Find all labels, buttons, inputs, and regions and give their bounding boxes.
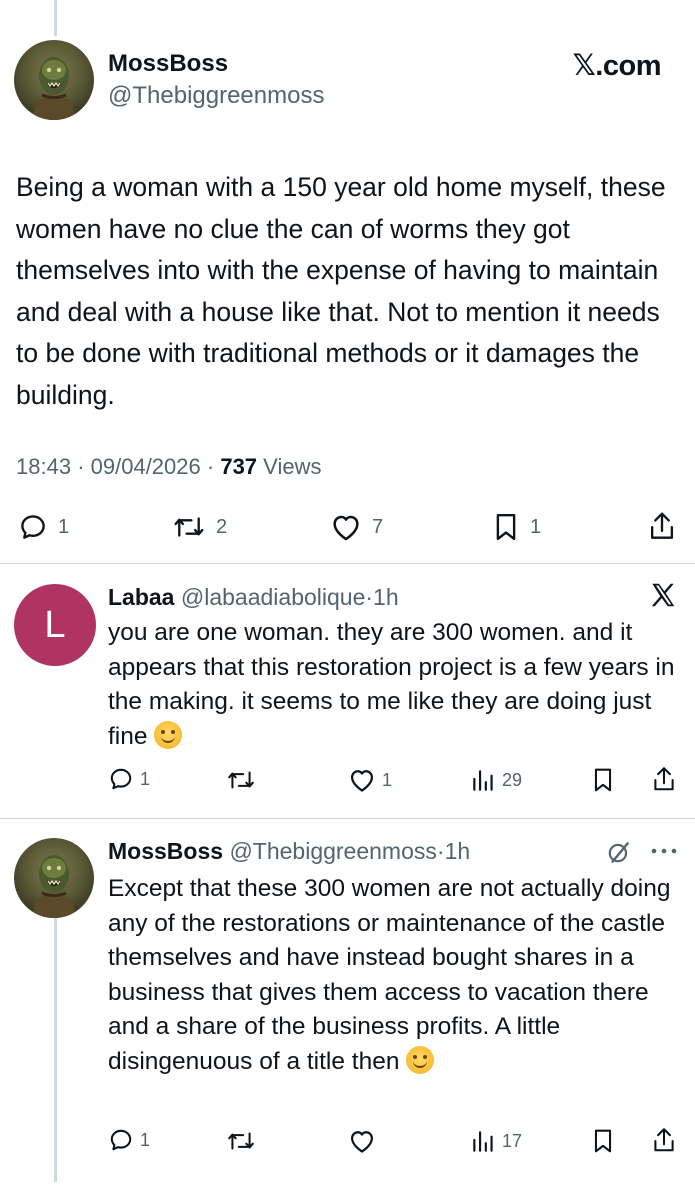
tweet-text: Being a woman with a 150 year old home m… xyxy=(16,172,666,410)
reply-text-content: you are one woman. they are 300 women. a… xyxy=(108,619,675,750)
share-button[interactable] xyxy=(648,510,676,542)
like-count: 1 xyxy=(382,769,393,790)
tweet-date[interactable]: 09/04/2026 xyxy=(91,454,201,479)
bookmark-count: 1 xyxy=(530,515,542,538)
reply-text: you are one woman. they are 300 women. a… xyxy=(108,616,688,754)
thread-line-top xyxy=(54,0,57,36)
reply-text: Except that these 300 women are not actu… xyxy=(108,872,688,1079)
views-button[interactable]: 17 xyxy=(470,1128,522,1154)
reply-age[interactable]: 1h xyxy=(373,584,399,610)
meta-separator: · xyxy=(365,584,374,610)
like-count: 7 xyxy=(372,515,384,538)
share-button[interactable] xyxy=(652,1126,676,1154)
repost-icon xyxy=(174,517,204,537)
grok-icon[interactable] xyxy=(606,838,632,871)
divider xyxy=(0,818,695,819)
share-icon xyxy=(654,1128,674,1152)
more-icon[interactable] xyxy=(650,844,678,863)
repost-count: 2 xyxy=(216,515,228,538)
reply-text-content: Except that these 300 women are not actu… xyxy=(108,875,671,1075)
divider xyxy=(0,563,695,564)
analytics-icon xyxy=(473,770,493,791)
thread-line-bottom xyxy=(54,918,57,1182)
tweet-time[interactable]: 18:43 xyxy=(16,454,71,479)
bookmark-icon xyxy=(496,513,516,541)
like-button[interactable] xyxy=(348,1128,376,1154)
display-name[interactable]: Labaa xyxy=(108,584,174,610)
avatar[interactable]: L xyxy=(14,584,96,666)
meta-separator: · xyxy=(77,454,85,479)
display-name[interactable]: MossBoss xyxy=(108,50,228,78)
repost-button[interactable] xyxy=(226,767,256,793)
reply-count: 1 xyxy=(58,515,70,538)
reply-button[interactable]: 1 xyxy=(18,512,69,542)
share-icon xyxy=(654,767,674,791)
like-button[interactable]: 7 xyxy=(330,512,383,542)
reply-button[interactable]: 1 xyxy=(108,1127,150,1153)
reply-age[interactable]: 1h xyxy=(445,838,471,864)
views-count: 29 xyxy=(502,769,523,790)
avatar[interactable] xyxy=(14,40,94,120)
smiling-face-emoji xyxy=(406,1045,435,1074)
repost-icon xyxy=(228,1132,254,1150)
reply-icon xyxy=(21,515,45,539)
tweet-meta: 18:43 · 09/04/2026 · 737 Views xyxy=(16,454,321,480)
reply-count: 1 xyxy=(140,768,151,789)
x-logo-icon xyxy=(648,580,678,615)
views-count: 17 xyxy=(502,1130,523,1151)
reply-icon xyxy=(110,1129,132,1151)
bookmark-icon xyxy=(594,768,612,792)
smiling-face-emoji xyxy=(154,720,183,749)
analytics-icon xyxy=(473,1131,493,1152)
share-icon xyxy=(650,512,674,539)
heart-icon xyxy=(350,770,374,792)
reply-header: MossBoss @Thebiggreenmoss·1h xyxy=(108,838,470,865)
handle[interactable]: @Thebiggreenmoss xyxy=(229,838,436,864)
bookmark-button[interactable]: 1 xyxy=(492,512,541,542)
bookmark-button[interactable] xyxy=(592,767,614,793)
meta-separator: · xyxy=(436,838,445,864)
views-count: 737 xyxy=(220,454,258,479)
reply-icon xyxy=(110,768,132,790)
repost-button[interactable] xyxy=(226,1128,256,1154)
display-name[interactable]: MossBoss xyxy=(108,838,223,864)
share-button[interactable] xyxy=(652,765,676,793)
bookmark-button[interactable] xyxy=(592,1128,614,1154)
views-button[interactable]: 29 xyxy=(470,767,522,793)
repost-button[interactable]: 2 xyxy=(172,512,227,542)
handle[interactable]: @Thebiggreenmoss xyxy=(108,82,324,110)
meta-separator: · xyxy=(206,454,215,479)
repost-icon xyxy=(228,771,254,789)
avatar[interactable] xyxy=(14,838,94,918)
x-logo-text: 𝕏.com xyxy=(572,50,661,82)
like-button[interactable]: 1 xyxy=(348,767,392,793)
bookmark-icon xyxy=(594,1129,612,1153)
heart-icon xyxy=(333,515,359,541)
reply-button[interactable]: 1 xyxy=(108,766,150,792)
heart-icon xyxy=(350,1131,374,1153)
views-label: Views xyxy=(263,454,322,479)
reply-header: Labaa @labaadiabolique·1h xyxy=(108,584,399,611)
handle[interactable]: @labaadiabolique xyxy=(181,584,366,610)
reply-count: 1 xyxy=(140,1129,151,1150)
